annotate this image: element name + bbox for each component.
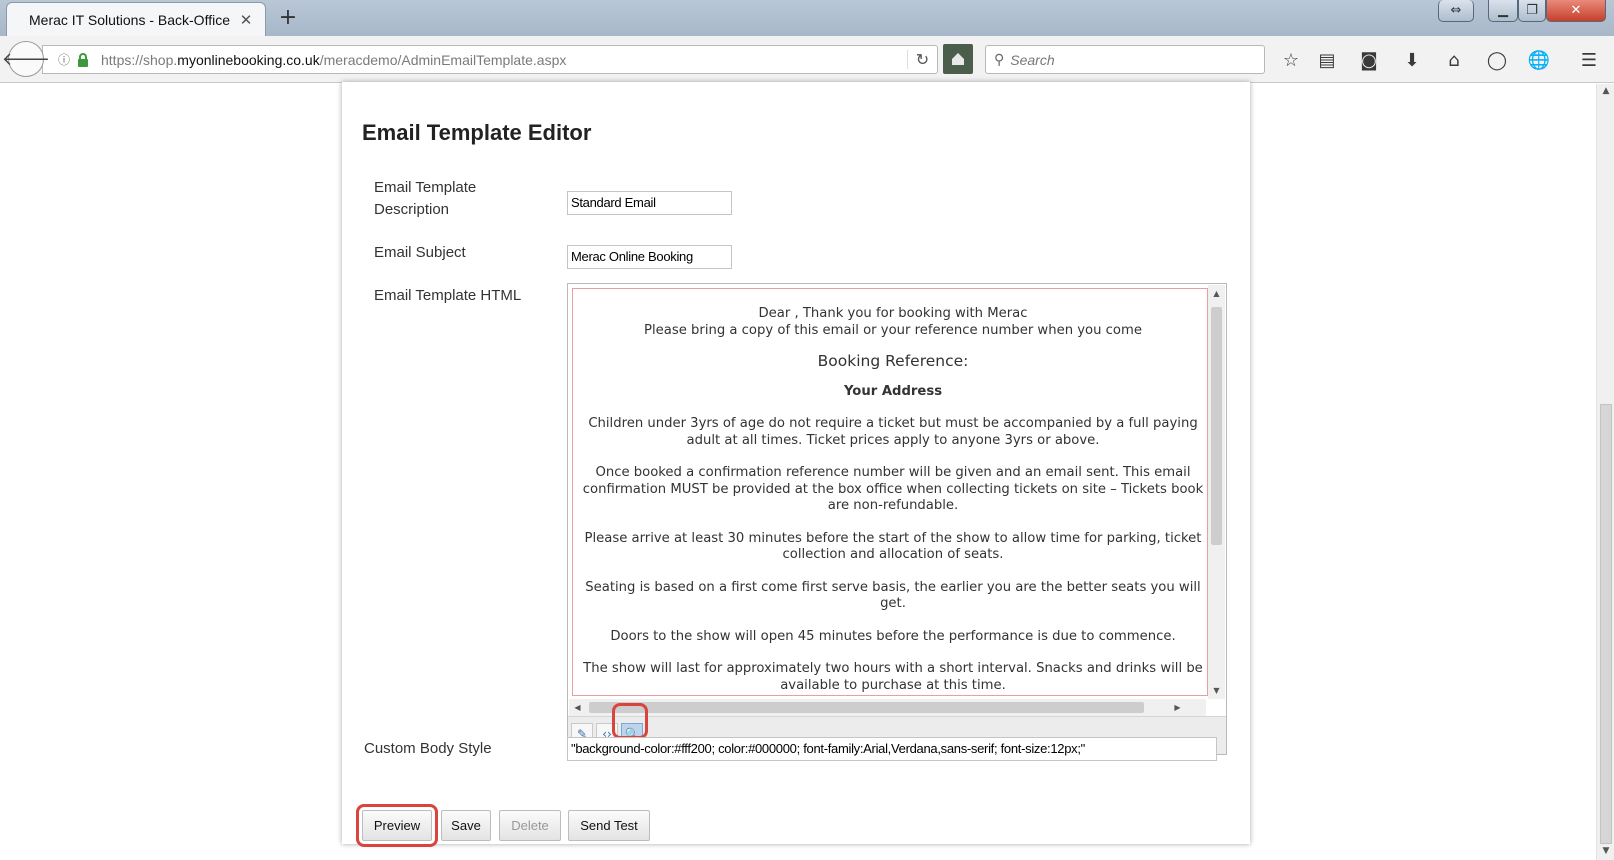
- page-title: Email Template Editor: [362, 120, 592, 145]
- subject-input[interactable]: Merac Online Booking: [567, 245, 732, 269]
- editor-vertical-thumb[interactable]: [1211, 307, 1222, 545]
- page-scroll-up-icon[interactable]: ▲: [1597, 86, 1614, 96]
- browser-tab[interactable]: Merac IT Solutions - Back-Office ✕: [6, 2, 266, 36]
- delete-button[interactable]: Delete: [499, 810, 561, 841]
- url-path: /meracdemo/AdminEmailTemplate.aspx: [319, 51, 567, 68]
- url-bar[interactable]: ⓘ https://shop.myonlinebooking.co.uk/mer…: [42, 45, 938, 74]
- custom-body-style-label: Custom Body Style: [364, 740, 492, 757]
- maximize-button[interactable]: ❐: [1518, 0, 1546, 22]
- new-tab-button[interactable]: +: [276, 6, 300, 30]
- reload-icon[interactable]: ↻: [907, 50, 937, 69]
- send-test-button[interactable]: Send Test: [568, 810, 650, 841]
- search-bar[interactable]: ⚲ Search: [985, 45, 1265, 74]
- save-button[interactable]: Save: [441, 810, 491, 841]
- search-icon: ⚲: [994, 51, 1005, 68]
- editor-vertical-scrollbar[interactable]: ▲ ▼: [1208, 285, 1225, 699]
- email-paragraph-booked: Once booked a confirmation reference num…: [582, 465, 1204, 513]
- email-preview: Dear , Thank you for booking with Merac …: [573, 289, 1207, 695]
- info-icon[interactable]: ⓘ: [53, 51, 75, 68]
- email-paragraph-doors: Doors to the show will open 45 minutes b…: [610, 628, 1176, 644]
- reading-list-icon[interactable]: ▤: [1315, 48, 1339, 72]
- page-action-icon[interactable]: [943, 44, 973, 74]
- minimize-button[interactable]: ▁: [1488, 0, 1518, 22]
- html-label: Email Template HTML: [374, 287, 522, 304]
- page-area: Email Template Editor Email Template Des…: [0, 82, 1596, 860]
- pocket-icon[interactable]: ◙: [1357, 48, 1381, 72]
- description-label-line1: Email Template: [374, 179, 477, 196]
- lock-icon[interactable]: [75, 52, 91, 67]
- editor-horizontal-thumb[interactable]: [589, 702, 1144, 713]
- custom-body-style-input[interactable]: "background-color:#fff200; color:#000000…: [567, 737, 1217, 761]
- chat-icon[interactable]: ◯: [1485, 48, 1509, 72]
- description-label-line2: Description: [374, 201, 450, 218]
- scroll-up-icon[interactable]: ▲: [1208, 285, 1225, 302]
- window-close-button[interactable]: ✕: [1546, 0, 1606, 22]
- page-scroll-down-icon[interactable]: ▼: [1597, 846, 1614, 856]
- email-paragraph-seating: Seating is based on a first come first s…: [585, 579, 1201, 612]
- scroll-right-icon[interactable]: ▶: [1169, 699, 1186, 716]
- browser-navbar: ⓘ https://shop.myonlinebooking.co.uk/mer…: [0, 36, 1614, 83]
- subject-label: Email Subject: [374, 244, 466, 261]
- download-icon[interactable]: ⬇: [1400, 48, 1424, 72]
- url-prefix: https://shop.: [101, 51, 178, 68]
- url-text[interactable]: https://shop.myonlinebooking.co.uk/merac…: [91, 52, 907, 68]
- scroll-left-icon[interactable]: ◀: [569, 699, 586, 716]
- scroll-down-icon[interactable]: ▼: [1208, 682, 1225, 699]
- description-label: Email Template Description: [374, 177, 476, 221]
- editor-preview-area[interactable]: Dear , Thank you for booking with Merac …: [572, 288, 1208, 696]
- menu-icon[interactable]: ☰: [1577, 48, 1601, 72]
- your-address: Your Address: [843, 383, 943, 399]
- preview-button[interactable]: Preview: [362, 810, 432, 841]
- email-bring-line: Please bring a copy of this email or you…: [644, 322, 1142, 338]
- browser-titlebar: Merac IT Solutions - Back-Office ✕ + ⇔ ▁…: [0, 0, 1614, 36]
- description-input[interactable]: Standard Email: [567, 191, 732, 215]
- tab-title: Merac IT Solutions - Back-Office: [29, 11, 230, 28]
- page-scroll-thumb[interactable]: [1600, 404, 1612, 844]
- email-paragraph-arrive: Please arrive at least 30 minutes before…: [584, 530, 1202, 563]
- close-icon[interactable]: ✕: [237, 11, 255, 29]
- email-paragraph-show: The show will last for approximately two…: [583, 661, 1203, 693]
- url-host: myonlinebooking.co.uk: [177, 51, 320, 68]
- booking-reference: Booking Reference:: [817, 352, 969, 370]
- search-placeholder: Search: [1010, 51, 1055, 68]
- resize-icon[interactable]: ⇔: [1438, 0, 1474, 22]
- bookmark-star-icon[interactable]: ☆: [1279, 48, 1303, 72]
- editor-horizontal-scrollbar[interactable]: ◀ ▶: [569, 699, 1206, 716]
- email-dear-line: Dear , Thank you for booking with Merac: [758, 306, 1028, 321]
- email-intro: Dear , Thank you for booking with Merac …: [573, 306, 1207, 339]
- editor-card: Email Template Editor Email Template Des…: [342, 82, 1250, 847]
- home-icon[interactable]: ⌂: [1442, 48, 1466, 72]
- back-button[interactable]: 🡐: [2, 41, 50, 77]
- globe-icon[interactable]: 🌐: [1527, 48, 1551, 72]
- html-editor[interactable]: Dear , Thank you for booking with Merac …: [567, 283, 1227, 755]
- email-paragraph-children: Children under 3yrs of age do not requir…: [588, 416, 1198, 448]
- page-scrollbar[interactable]: ▲ ▼: [1596, 84, 1614, 860]
